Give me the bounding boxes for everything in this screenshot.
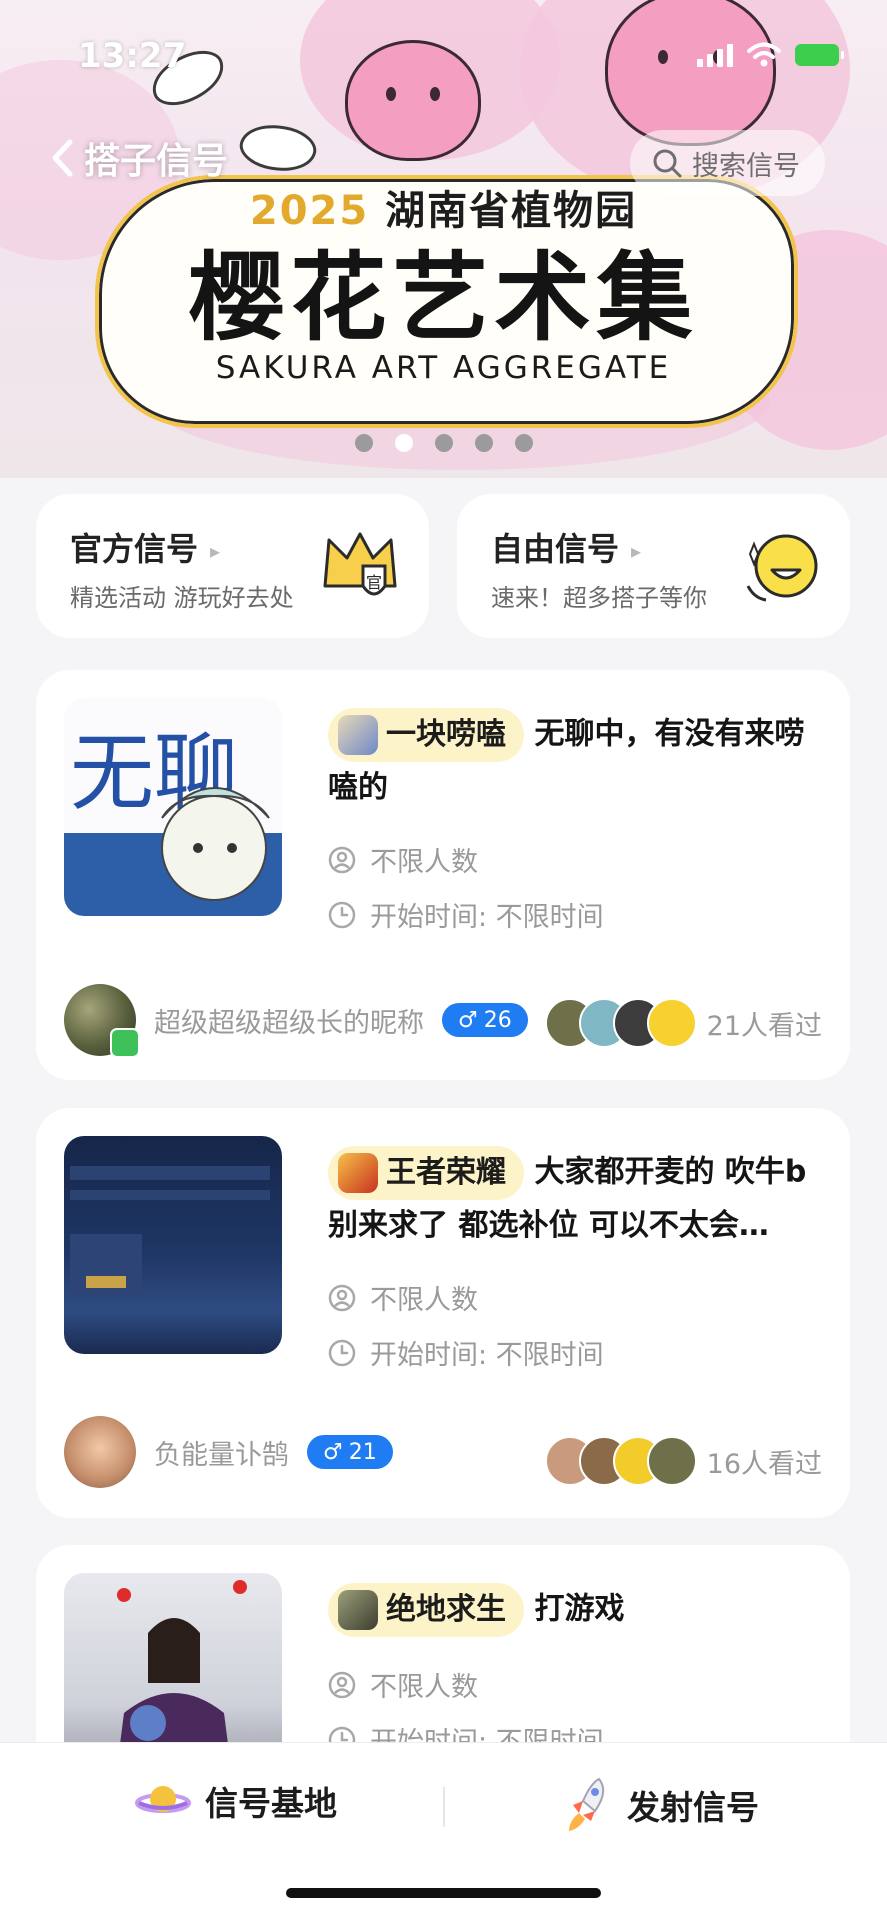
carousel-dot[interactable]: [514, 434, 533, 452]
category-tag[interactable]: 绝地求生: [328, 1583, 524, 1637]
signal-thumbnail: [64, 1136, 282, 1354]
carousel-indicator: [0, 434, 887, 452]
carousel-dot[interactable]: [434, 434, 453, 452]
clock-icon: [328, 901, 356, 928]
launch-signal-label: 发射信号: [627, 1788, 759, 1827]
category-icon: [338, 1590, 378, 1630]
signal-base-label: 信号基地: [205, 1784, 337, 1823]
hero-banner[interactable]: 2025 湖南省植物园 樱花艺术集 SAKURA ART AGGREGATE 1…: [0, 0, 887, 478]
status-time: 13:27: [78, 36, 187, 76]
viewer-avatars: [544, 998, 697, 1048]
viewer-avatars: [544, 1436, 697, 1486]
category-tag[interactable]: 一块唠嗑: [328, 708, 524, 762]
viewers-row[interactable]: 21人看过: [544, 998, 822, 1048]
avatar[interactable]: [64, 1416, 136, 1488]
person-icon: [328, 846, 356, 873]
male-icon: ♂: [458, 1007, 478, 1033]
clock-icon: [328, 1339, 356, 1366]
author-row[interactable]: 负能量讣鹄 ♂ 21: [64, 1416, 393, 1488]
viewers-count: 21人看过: [706, 1010, 822, 1042]
tab-divider: [443, 1787, 445, 1827]
search-placeholder: 搜索信号: [692, 150, 800, 182]
age-text: 26: [483, 1007, 512, 1033]
planet-icon: [135, 1786, 191, 1813]
signal-description: 打游戏: [534, 1591, 625, 1627]
crown-icon: 官: [323, 532, 397, 596]
chevron-left-icon: [52, 139, 73, 177]
battery-icon: [795, 44, 844, 66]
free-signal-card[interactable]: 自由信号 速来！超多搭子等你: [457, 494, 850, 638]
gender-age-badge: ♂ 21: [307, 1435, 393, 1469]
age-text: 21: [348, 1439, 377, 1465]
dove-illustration: [235, 115, 321, 181]
capacity-row: 不限人数: [328, 840, 478, 879]
start-time-row: 开始时间: 不限时间: [328, 1333, 604, 1372]
signal-base-tab[interactable]: 信号基地: [135, 1777, 337, 1825]
launch-signal-tab[interactable]: 发射信号: [565, 1777, 759, 1833]
category-tag[interactable]: 王者荣耀: [328, 1146, 524, 1200]
category-label: 一块唠嗑: [386, 717, 506, 752]
official-badge-text: 官: [366, 573, 382, 592]
search-icon: [653, 149, 682, 178]
quick-card-subtitle: 速来！超多搭子等你: [491, 584, 707, 612]
signal-card[interactable]: 王者荣耀 大家都开麦的 吹牛b别来求了 都选补位 可以不太会… 不限人数 开始时…: [36, 1108, 850, 1518]
viewer-avatar: [646, 998, 697, 1048]
status-icons: [697, 42, 844, 68]
author-row[interactable]: 超级超级超级长的昵称 ♂ 26: [64, 984, 528, 1058]
poster-title: 樱花艺术集: [188, 242, 699, 354]
capacity-text: 不限人数: [370, 1672, 478, 1703]
start-time-text: 开始时间: 不限时间: [370, 1340, 604, 1371]
gender-age-badge: ♂ 26: [442, 1003, 528, 1037]
capacity-text: 不限人数: [370, 847, 478, 878]
smiley-icon: [746, 534, 818, 602]
wifi-icon: [747, 42, 781, 67]
signal-card[interactable]: 无聊 一块唠嗑 无聊中，有没有来唠嗑的 不限人数 开始时间: 不限时间 超级超级…: [36, 670, 850, 1080]
quick-card-title: 官方信号: [70, 524, 220, 570]
person-icon: [328, 1284, 356, 1311]
start-time-row: 开始时间: 不限时间: [328, 895, 604, 934]
start-time-text: 开始时间: 不限时间: [370, 902, 604, 933]
signal-headline: 一块唠嗑 无聊中，有没有来唠嗑的: [328, 708, 828, 814]
category-label: 王者荣耀: [386, 1155, 506, 1190]
quick-card-title: 自由信号: [491, 524, 641, 570]
male-icon: ♂: [323, 1439, 343, 1465]
signal-headline: 王者荣耀 大家都开麦的 吹牛b别来求了 都选补位 可以不太会…: [328, 1146, 828, 1252]
poster-subtitle: SAKURA ART AGGREGATE: [215, 350, 672, 386]
carousel-dot-active[interactable]: [394, 434, 413, 452]
quick-card-subtitle: 精选活动 游玩好去处: [70, 584, 294, 612]
viewer-avatar: [646, 1436, 697, 1486]
official-signal-card[interactable]: 官方信号 精选活动 游玩好去处 官: [36, 494, 429, 638]
signal-thumbnail: 无聊: [64, 698, 282, 916]
search-button[interactable]: 搜索信号: [630, 130, 825, 196]
verified-badge-icon: [110, 1028, 140, 1058]
capacity-text: 不限人数: [370, 1285, 478, 1316]
home-indicator[interactable]: [286, 1888, 601, 1898]
capacity-row: 不限人数: [328, 1665, 478, 1704]
capacity-row: 不限人数: [328, 1278, 478, 1317]
signal-headline: 绝地求生 打游戏: [328, 1583, 828, 1637]
carousel-dot[interactable]: [474, 434, 493, 452]
page-title: 搭子信号: [84, 141, 229, 182]
carousel-dot[interactable]: [354, 434, 373, 452]
person-icon: [328, 1671, 356, 1698]
status-bar: 13:27: [0, 0, 887, 110]
viewers-row[interactable]: 16人看过: [544, 1436, 822, 1486]
author-name: 负能量讣鹄: [154, 1439, 289, 1471]
rocket-icon: [569, 1777, 605, 1831]
category-label: 绝地求生: [386, 1592, 506, 1627]
author-name: 超级超级超级长的昵称: [154, 1007, 424, 1039]
viewers-count: 16人看过: [706, 1448, 822, 1480]
cellular-signal-icon: [697, 43, 733, 67]
category-icon: [338, 1153, 378, 1193]
category-icon: [338, 715, 378, 755]
back-button[interactable]: 搭子信号: [50, 132, 228, 184]
avatar[interactable]: [64, 984, 140, 1058]
